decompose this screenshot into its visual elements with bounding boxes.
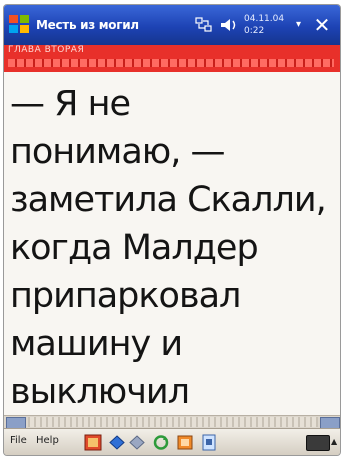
chapter-label: ГЛАВА ВТОРАЯ	[8, 45, 85, 55]
forward-diamond-icon[interactable]	[128, 434, 146, 451]
refresh-icon[interactable]	[152, 434, 170, 451]
text-line: машину и	[10, 324, 183, 364]
text-line: выключил	[10, 372, 190, 412]
window-title: Месть из могил	[36, 18, 139, 32]
title-bar: Месть из могил 04.11.04 0:22 ▾ ✕	[4, 5, 340, 45]
chapter-header-bar: ГЛАВА ВТОРАЯ	[4, 45, 340, 72]
clock-date: 04.11.04	[244, 14, 285, 24]
volume-icon[interactable]	[218, 15, 240, 35]
text-line: припарковал	[10, 276, 241, 316]
windows-start-icon[interactable]	[8, 13, 30, 35]
bookmark-icon[interactable]	[176, 434, 194, 451]
text-line: понимаю, —	[10, 132, 225, 172]
reading-progress-strip	[8, 59, 334, 67]
clock[interactable]: 04.11.04 0:22	[244, 13, 292, 37]
clock-time: 0:22	[244, 26, 265, 36]
text-line: — Я не	[10, 84, 131, 124]
file-menu[interactable]: File	[10, 435, 27, 446]
help-menu[interactable]: Help	[36, 435, 59, 446]
network-icon[interactable]	[194, 15, 214, 35]
horizontal-scrollbar[interactable]	[4, 415, 340, 429]
page-icon[interactable]	[200, 434, 218, 451]
scroll-track[interactable]	[28, 417, 318, 427]
close-icon[interactable]: ✕	[310, 14, 334, 36]
text-line: когда Малдер	[10, 228, 259, 268]
reading-page[interactable]: — Я не понимаю, — заметила Скалли, когда…	[4, 72, 340, 417]
keyboard-icon[interactable]	[306, 435, 330, 451]
book-icon[interactable]	[84, 434, 102, 451]
pda-screen: Месть из могил 04.11.04 0:22 ▾ ✕ ГЛАВА В…	[3, 4, 341, 456]
bottom-toolbar: File Help ▲	[4, 428, 340, 455]
text-line: заметила Скалли,	[10, 180, 327, 220]
keyboard-menu-arrow[interactable]: ▲	[331, 437, 337, 446]
title-menu-arrow[interactable]: ▾	[296, 19, 301, 30]
back-diamond-icon[interactable]	[108, 434, 126, 451]
